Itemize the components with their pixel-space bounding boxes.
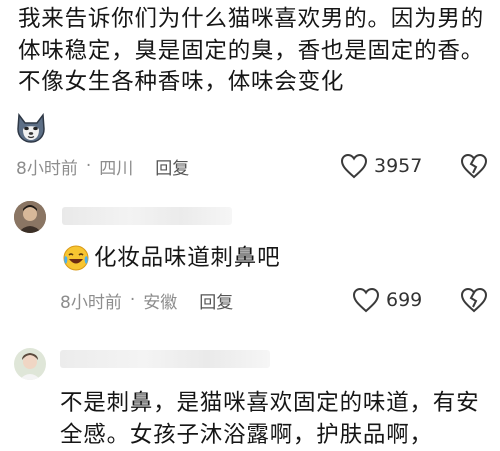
avatar[interactable] (14, 348, 46, 380)
comment-2-like-count: 699 (386, 289, 423, 311)
avatar-photo (14, 201, 46, 233)
comment-2-like-button[interactable]: 699 (352, 286, 422, 314)
meta-separator: · (129, 290, 136, 310)
comment-1-time: 8小时前 (16, 158, 78, 179)
comment-2-time: 8小时前 (60, 292, 122, 313)
doge-emoji-icon (17, 113, 45, 143)
broken-heart-icon[interactable] (460, 153, 488, 179)
comment-1-location: 四川 (99, 158, 134, 179)
comment-1-text: 我来告诉你们为什么猫咪喜欢男的。因为男的体味稳定，臭是固定的臭，香也是固定的香。… (18, 6, 485, 95)
heart-outline-icon (340, 153, 368, 179)
comment-2-meta: 8小时前 · 安徽 回复 (60, 286, 233, 314)
comment-1-reply-button[interactable]: 回复 (155, 154, 189, 179)
heart-outline-icon (352, 287, 380, 313)
comment-2-reply-button[interactable]: 回复 (199, 288, 233, 313)
username-blurred[interactable] (62, 207, 232, 225)
comment-2-text: 化妆品味道刺鼻吧 (94, 245, 281, 271)
comment-1-like-button[interactable]: 3957 (340, 152, 422, 180)
avatar[interactable] (14, 201, 46, 233)
avatar-photo (14, 348, 46, 380)
comment-2-location: 安徽 (143, 292, 178, 313)
broken-heart-icon[interactable] (460, 287, 488, 313)
comment-3-text: 不是刺鼻，是猫咪喜欢固定的味道，有安全感。女孩子沐浴露啊，护肤品啊， (60, 390, 480, 448)
meta-separator: · (85, 156, 92, 176)
comment-1-meta: 8小时前 · 四川 回复 (16, 152, 189, 180)
username-blurred[interactable] (60, 350, 270, 368)
comment-1-like-count: 3957 (374, 155, 423, 177)
laughing-crying-emoji-icon (63, 245, 89, 271)
